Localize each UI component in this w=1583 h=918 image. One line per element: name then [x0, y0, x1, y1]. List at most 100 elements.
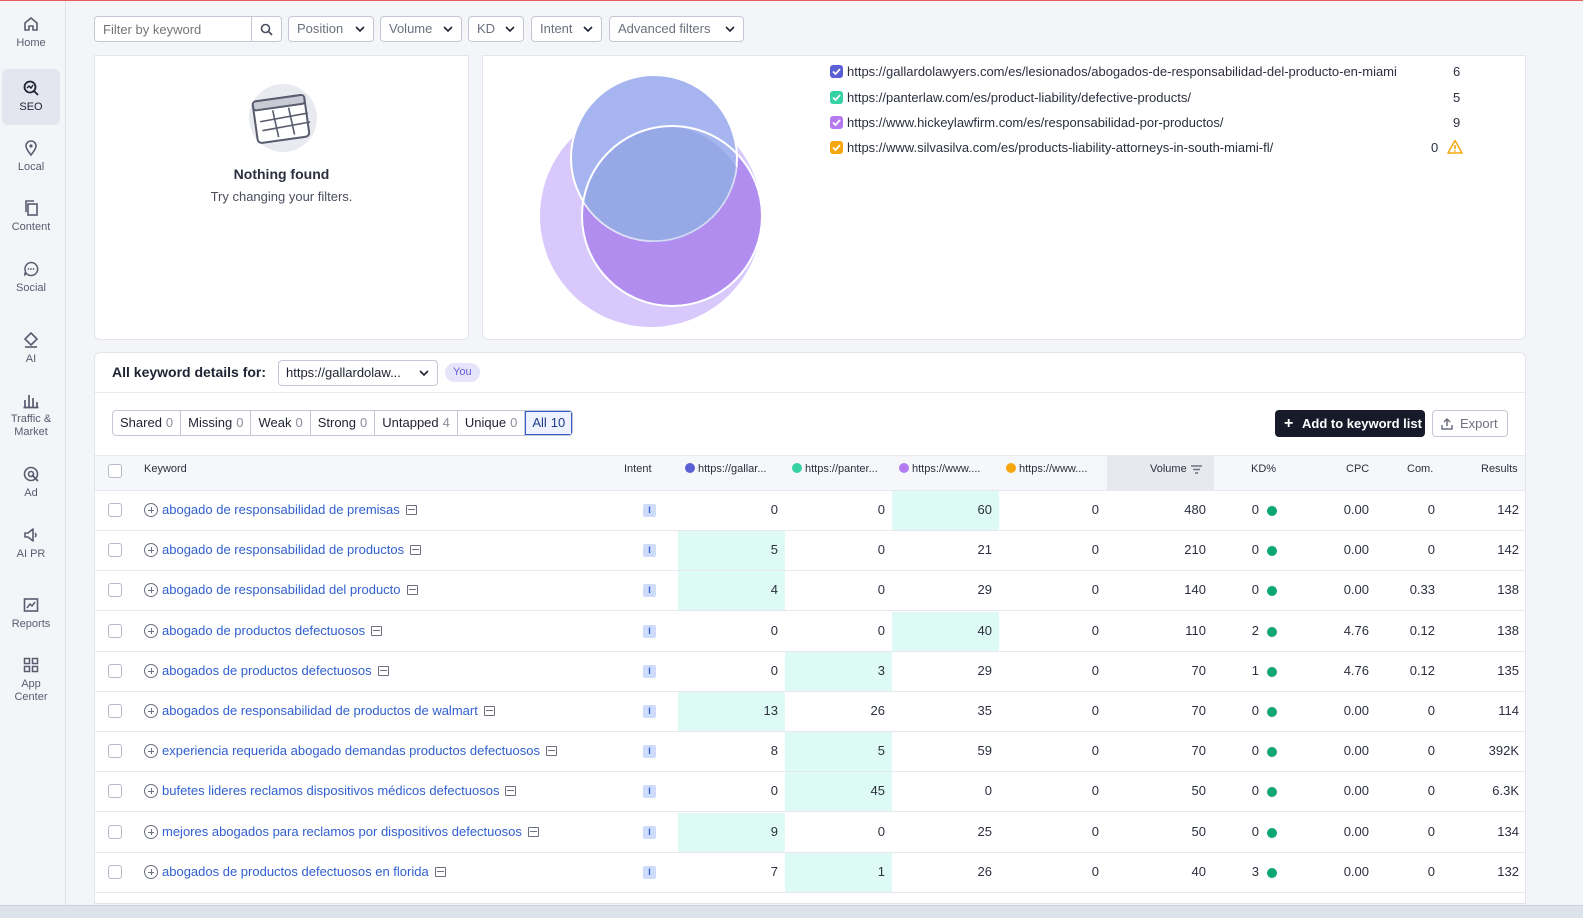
- column-header-volume[interactable]: Volume: [1150, 463, 1202, 475]
- sidebar-item-content[interactable]: Content: [2, 199, 60, 239]
- sidebar-item-app-center[interactable]: App Center: [2, 656, 60, 710]
- cell-d4[interactable]: 0: [1092, 582, 1099, 597]
- column-header-domain-2[interactable]: https://panter...: [792, 463, 878, 475]
- cell-d2[interactable]: 3: [878, 663, 885, 678]
- segment-missing[interactable]: Missing 0: [181, 411, 252, 435]
- cell-d2[interactable]: 0: [878, 502, 885, 517]
- sidebar-item-home[interactable]: Home: [2, 15, 60, 59]
- position-dropdown[interactable]: Position: [288, 16, 374, 42]
- intent-dropdown[interactable]: Intent: [531, 16, 602, 42]
- segment-all[interactable]: All 10: [525, 411, 573, 435]
- cell-d2[interactable]: 26: [871, 703, 885, 718]
- sidebar-item-ai-pr[interactable]: AI PR: [2, 526, 60, 566]
- checkbox-checked-icon[interactable]: [830, 65, 843, 78]
- sidebar-item-traffic-market[interactable]: Traffic & Market: [2, 391, 60, 443]
- sidebar-item-social[interactable]: Social: [2, 260, 60, 300]
- cell-d4[interactable]: 0: [1092, 703, 1099, 718]
- cell-d1[interactable]: 0: [771, 783, 778, 798]
- add-plus-circle-icon[interactable]: [144, 663, 158, 678]
- cell-d1[interactable]: 0: [771, 623, 778, 638]
- cell-d1[interactable]: 0: [771, 502, 778, 517]
- sidebar-item-local[interactable]: Local: [2, 139, 60, 179]
- cell-d2[interactable]: 1: [878, 864, 885, 879]
- cell-d4[interactable]: 0: [1092, 623, 1099, 638]
- cell-d1[interactable]: 7: [771, 864, 778, 879]
- keyword-link[interactable]: experiencia requerida abogado demandas p…: [144, 743, 557, 758]
- column-header-kd[interactable]: KD%: [1251, 463, 1276, 475]
- keyword-link[interactable]: mejores abogados para reclamos por dispo…: [144, 824, 539, 839]
- cell-d3[interactable]: 40: [978, 623, 992, 638]
- row-checkbox[interactable]: [108, 543, 122, 557]
- sidebar-item-ad[interactable]: Ad: [2, 465, 60, 505]
- cell-d2[interactable]: 0: [878, 542, 885, 557]
- keyword-link[interactable]: abogados de productos defectuosos en flo…: [144, 864, 446, 879]
- cell-d3[interactable]: 35: [978, 703, 992, 718]
- keyword-link[interactable]: abogados de productos defectuosos: [144, 663, 389, 678]
- segment-shared[interactable]: Shared 0: [113, 411, 182, 435]
- column-header-domain-4[interactable]: https://www....: [1006, 463, 1087, 475]
- segment-untapped[interactable]: Untapped 4: [375, 411, 458, 435]
- cell-d1[interactable]: 5: [771, 542, 778, 557]
- cell-d3[interactable]: 0: [985, 783, 992, 798]
- sidebar-item-ai[interactable]: AI: [2, 331, 60, 371]
- column-header-keyword[interactable]: Keyword: [144, 463, 187, 475]
- cell-d4[interactable]: 0: [1092, 783, 1099, 798]
- keyword-filter-input[interactable]: [95, 17, 250, 41]
- cell-d4[interactable]: 0: [1092, 743, 1099, 758]
- add-plus-circle-icon[interactable]: [144, 824, 158, 839]
- cell-d2[interactable]: 45: [871, 783, 885, 798]
- serp-features-icon[interactable]: [405, 504, 417, 515]
- keyword-link[interactable]: abogado de responsabilidad de premisas: [144, 502, 417, 517]
- cell-d3[interactable]: 26: [978, 864, 992, 879]
- add-plus-circle-icon[interactable]: [144, 783, 158, 798]
- add-plus-circle-icon[interactable]: [144, 582, 158, 597]
- legend-row-1[interactable]: https://gallardolawyers.com/es/lesionado…: [830, 63, 1490, 81]
- cell-d1[interactable]: 0: [771, 663, 778, 678]
- column-header-intent[interactable]: Intent: [624, 463, 652, 475]
- serp-features-icon[interactable]: [505, 785, 517, 796]
- cell-d1[interactable]: 8: [771, 743, 778, 758]
- sidebar-item-seo[interactable]: SEO: [2, 69, 60, 125]
- serp-features-icon[interactable]: [377, 665, 389, 676]
- cell-d4[interactable]: 0: [1092, 502, 1099, 517]
- cell-d1[interactable]: 13: [764, 703, 778, 718]
- row-checkbox[interactable]: [108, 825, 122, 839]
- select-all-checkbox[interactable]: [108, 464, 122, 478]
- checkbox-checked-icon[interactable]: [830, 141, 843, 154]
- cell-d2[interactable]: 0: [878, 623, 885, 638]
- keyword-link[interactable]: abogado de productos defectuosos: [144, 623, 383, 638]
- row-checkbox[interactable]: [108, 583, 122, 597]
- column-header-domain-1[interactable]: https://gallar...: [685, 463, 766, 475]
- add-plus-circle-icon[interactable]: [144, 703, 158, 718]
- add-to-keyword-list-button[interactable]: + Add to keyword list: [1275, 410, 1425, 437]
- row-checkbox[interactable]: [108, 664, 122, 678]
- serp-features-icon[interactable]: [483, 705, 495, 716]
- advanced-filters-dropdown[interactable]: Advanced filters: [609, 16, 744, 42]
- serp-features-icon[interactable]: [410, 544, 422, 555]
- cell-d3[interactable]: 60: [978, 502, 992, 517]
- volume-dropdown[interactable]: Volume: [380, 16, 462, 42]
- add-plus-circle-icon[interactable]: [144, 743, 158, 758]
- sidebar-item-reports[interactable]: Reports: [2, 596, 60, 636]
- kd-dropdown[interactable]: KD: [468, 16, 524, 42]
- cell-d3[interactable]: 29: [978, 663, 992, 678]
- export-button[interactable]: Export: [1432, 410, 1508, 437]
- cell-d2[interactable]: 0: [878, 582, 885, 597]
- row-checkbox[interactable]: [108, 744, 122, 758]
- serp-features-icon[interactable]: [371, 625, 383, 636]
- segment-unique[interactable]: Unique 0: [458, 411, 526, 435]
- cell-d3[interactable]: 59: [978, 743, 992, 758]
- add-plus-circle-icon[interactable]: [144, 623, 158, 638]
- cell-d2[interactable]: 5: [878, 743, 885, 758]
- search-button[interactable]: [251, 17, 281, 41]
- legend-row-3[interactable]: https://www.hickeylawfirm.com/es/respons…: [830, 114, 1490, 132]
- cell-d1[interactable]: 4: [771, 582, 778, 597]
- serp-features-icon[interactable]: [545, 745, 557, 756]
- serp-features-icon[interactable]: [434, 866, 446, 877]
- column-header-com[interactable]: Com.: [1407, 463, 1433, 475]
- cell-d3[interactable]: 25: [978, 824, 992, 839]
- keyword-link[interactable]: abogados de responsabilidad de productos…: [144, 703, 495, 718]
- row-checkbox[interactable]: [108, 865, 122, 879]
- row-checkbox[interactable]: [108, 784, 122, 798]
- column-header-cpc[interactable]: CPC: [1346, 463, 1369, 475]
